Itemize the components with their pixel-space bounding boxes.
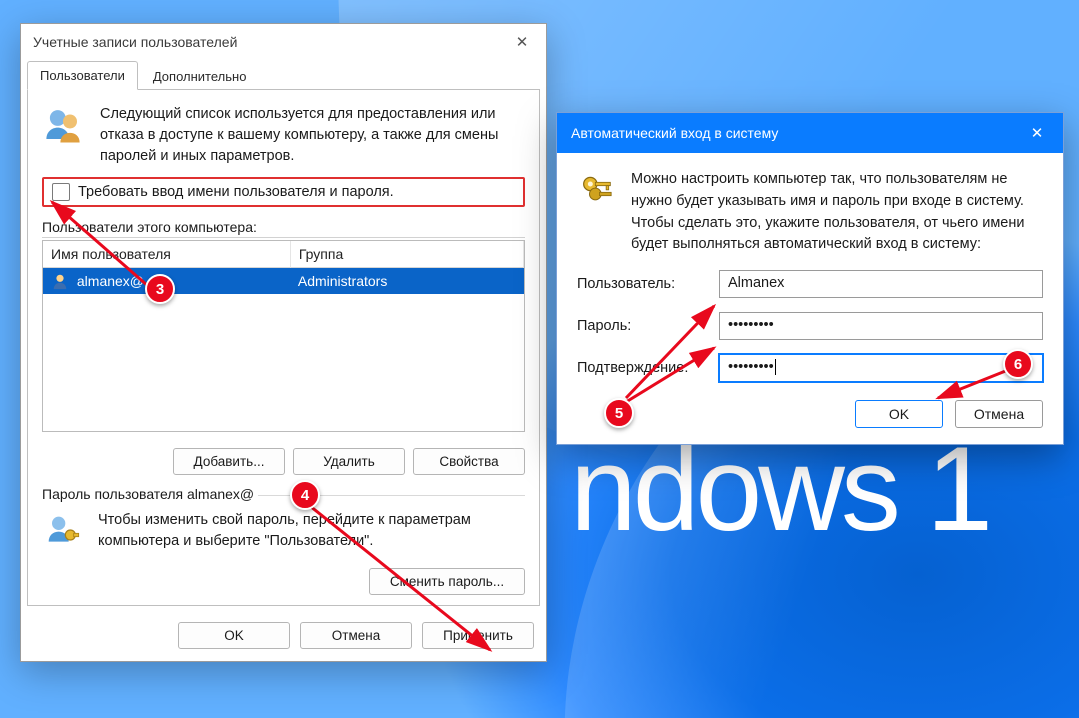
password-section: Пароль пользователя almanex@ Чтобы измен… bbox=[42, 495, 525, 595]
annotation-badge-4: 4 bbox=[290, 480, 320, 510]
tab-users[interactable]: Пользователи bbox=[27, 61, 138, 90]
password-input[interactable]: ••••••••• bbox=[719, 312, 1043, 340]
user-row: Пользователь: Almanex bbox=[577, 270, 1043, 298]
password-label: Пароль: bbox=[577, 318, 719, 334]
tab-pane-users: Следующий список используется для предос… bbox=[27, 89, 540, 606]
keys-icon bbox=[577, 169, 617, 209]
cancel-button[interactable]: Отмена bbox=[300, 622, 412, 649]
window-buttons: OK Отмена Применить bbox=[21, 612, 546, 661]
require-login-label: Требовать ввод имени пользователя и паро… bbox=[78, 184, 394, 200]
window-titlebar: Учетные записи пользователей ✕ bbox=[21, 24, 546, 60]
dialog-ok-button[interactable]: OK bbox=[855, 400, 943, 428]
user-avatar-icon bbox=[51, 272, 69, 290]
tab-strip: Пользователи Дополнительно bbox=[21, 60, 546, 89]
add-user-button[interactable]: Добавить... bbox=[173, 448, 285, 475]
require-login-checkbox[interactable] bbox=[52, 183, 70, 201]
confirm-input[interactable]: ••••••••• bbox=[719, 354, 1043, 382]
user-input[interactable]: Almanex bbox=[719, 270, 1043, 298]
row-username: almanex@ bbox=[77, 273, 144, 289]
close-icon[interactable]: ✕ bbox=[506, 30, 538, 54]
users-list-label: Пользователи этого компьютера: bbox=[42, 219, 525, 238]
dialog-description: Можно настроить компьютер так, что польз… bbox=[631, 169, 1043, 256]
properties-button[interactable]: Свойства bbox=[413, 448, 525, 475]
users-list-header: Имя пользователя Группа bbox=[43, 241, 524, 268]
user-label: Пользователь: bbox=[577, 276, 719, 292]
user-buttons-row: Добавить... Удалить Свойства bbox=[42, 448, 525, 475]
require-login-row: Требовать ввод имени пользователя и паро… bbox=[42, 177, 525, 207]
auto-login-dialog: Автоматический вход в систему ✕ Можно на… bbox=[556, 112, 1064, 445]
key-user-icon bbox=[42, 510, 82, 550]
confirm-row: Подтверждение: ••••••••• bbox=[577, 354, 1043, 382]
change-password-button[interactable]: Сменить пароль... bbox=[369, 568, 525, 595]
dialog-title: Автоматический вход в систему bbox=[571, 125, 778, 141]
delete-user-button[interactable]: Удалить bbox=[293, 448, 405, 475]
users-icon bbox=[42, 104, 84, 146]
confirm-label: Подтверждение: bbox=[577, 360, 719, 376]
window-title: Учетные записи пользователей bbox=[33, 34, 237, 50]
dialog-titlebar: Автоматический вход в систему ✕ bbox=[557, 113, 1063, 153]
user-accounts-window: Учетные записи пользователей ✕ Пользоват… bbox=[20, 23, 547, 662]
apply-button[interactable]: Применить bbox=[422, 622, 534, 649]
password-row: Пароль: ••••••••• bbox=[577, 312, 1043, 340]
users-list-row[interactable]: almanex@ Administrators bbox=[43, 268, 524, 294]
annotation-badge-5: 5 bbox=[604, 398, 634, 428]
dialog-buttons: OK Отмена bbox=[577, 400, 1043, 428]
col-group[interactable]: Группа bbox=[291, 241, 524, 268]
password-desc: Чтобы изменить свой пароль, перейдите к … bbox=[98, 510, 525, 552]
dialog-close-icon[interactable]: ✕ bbox=[1021, 121, 1053, 145]
tab-advanced[interactable]: Дополнительно bbox=[140, 62, 260, 90]
annotation-badge-6: 6 bbox=[1003, 349, 1033, 379]
ok-button[interactable]: OK bbox=[178, 622, 290, 649]
password-section-legend: Пароль пользователя almanex@ bbox=[42, 486, 258, 502]
row-group: Administrators bbox=[290, 269, 524, 293]
description-text: Следующий список используется для предос… bbox=[100, 104, 525, 167]
dialog-cancel-button[interactable]: Отмена bbox=[955, 400, 1043, 428]
users-listbox[interactable]: Имя пользователя Группа almanex@ Adminis… bbox=[42, 240, 525, 432]
annotation-badge-3: 3 bbox=[145, 274, 175, 304]
col-username[interactable]: Имя пользователя bbox=[43, 241, 291, 268]
